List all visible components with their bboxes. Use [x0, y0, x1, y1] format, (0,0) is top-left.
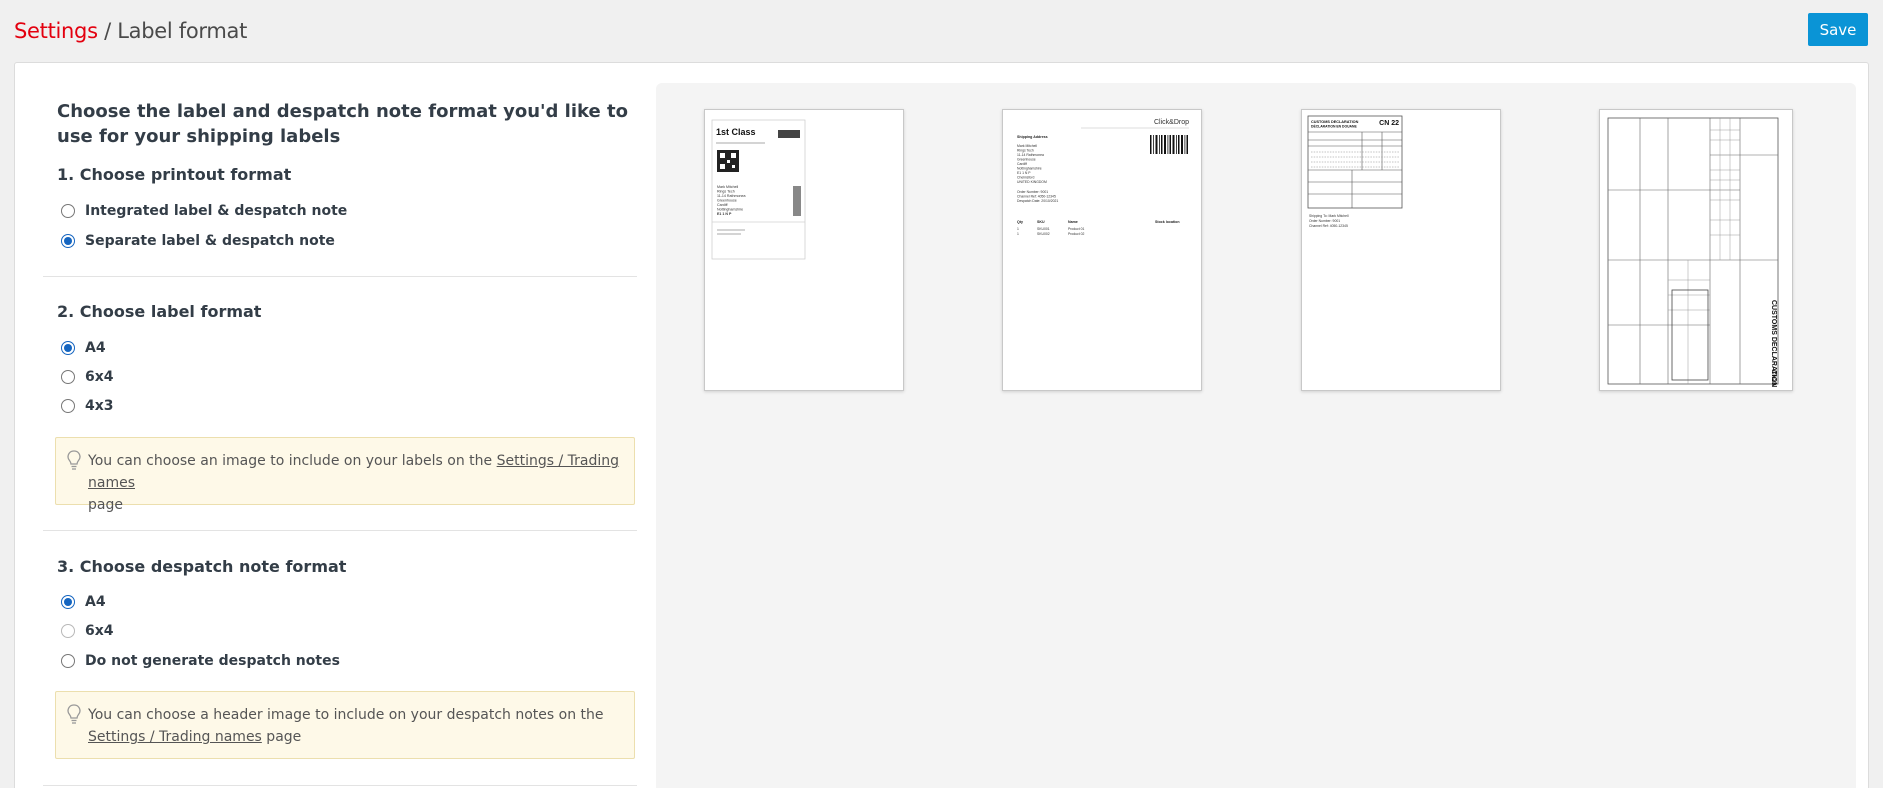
- radio-circle[interactable]: [61, 624, 75, 638]
- despatch-cell: Product 02: [1068, 232, 1085, 236]
- settings-panel: Choose the label and despatch note forma…: [14, 62, 1869, 788]
- label-address-line: Nottinghamshire: [717, 208, 743, 212]
- despatch-address-line: 11-14 Rathmonea: [1017, 153, 1044, 157]
- despatch-cell: Product 01: [1068, 227, 1085, 231]
- options-column: Choose the label and despatch note forma…: [15, 63, 655, 788]
- despatch-brand-text: Click&Drop: [1154, 119, 1189, 126]
- despatch-order-line: Order Number: 9001: [1017, 190, 1048, 194]
- despatch-address-line: Rings Tech: [1017, 149, 1034, 153]
- radio-circle[interactable]: [61, 341, 75, 355]
- cn22-info-line: Channel Ref: 4050-12345: [1309, 224, 1348, 228]
- despatch-address-line: Mark Mitchell: [1017, 144, 1037, 148]
- preview-area: 1st Class Mark Mitchell Rings Tech 11-14…: [656, 83, 1856, 788]
- lightbulb-icon: [67, 704, 81, 724]
- cn22-info-line: Order Number: 9001: [1309, 219, 1340, 223]
- radio-circle[interactable]: [61, 204, 75, 218]
- label-address-line: Rings Tech: [717, 190, 735, 194]
- radio-label: 6x4: [85, 623, 114, 639]
- postage-paid-logo: [778, 130, 800, 138]
- radio-circle[interactable]: [61, 399, 75, 413]
- top-bar: Settings / Label format Save: [0, 0, 1883, 62]
- cn22-title: CUSTOMS DECLARATION: [1311, 120, 1359, 124]
- radio-label-4x3[interactable]: 4x3: [61, 396, 114, 416]
- despatch-col-name: Name: [1068, 220, 1078, 224]
- page-title: Label format: [117, 19, 248, 43]
- label-barcode-strip: [793, 186, 801, 216]
- radio-despatch-6x4[interactable]: 6x4: [61, 621, 114, 641]
- section-despatch-format-title: 3. Choose despatch note format: [57, 557, 347, 576]
- radio-circle[interactable]: [61, 234, 75, 248]
- section-divider: [43, 276, 637, 277]
- despatch-address-line: Chelmsford: [1017, 176, 1034, 180]
- section-label-format-title: 2. Choose label format: [57, 302, 262, 321]
- save-button[interactable]: Save: [1808, 13, 1868, 46]
- tip-text: You can choose an image to include on yo…: [88, 453, 497, 469]
- trading-names-link[interactable]: Settings / Trading names: [88, 729, 262, 745]
- despatch-barcode-icon: [1150, 135, 1188, 154]
- radio-label: 4x3: [85, 398, 114, 414]
- section-divider: [43, 530, 637, 531]
- radio-label: Integrated label & despatch note: [85, 203, 348, 219]
- despatch-col-qty: Qty: [1017, 220, 1023, 224]
- cn23-preview: CUSTOMS DECLARATION CN23: [1599, 109, 1793, 391]
- cn23-code: CN23: [1770, 370, 1776, 386]
- label-service-text: 1st Class: [716, 127, 756, 137]
- cn22-preview: CUSTOMS DECLARATION DÉCLARATION EN DOUAN…: [1301, 109, 1501, 391]
- radio-circle[interactable]: [61, 654, 75, 668]
- label-address-line: Mark Mitchell: [717, 185, 738, 189]
- radio-printout-separate[interactable]: Separate label & despatch note: [61, 231, 335, 251]
- despatch-heading: Shipping Address: [1017, 135, 1048, 139]
- radio-circle[interactable]: [61, 595, 75, 609]
- label-image-tip: You can choose an image to include on yo…: [55, 437, 635, 513]
- despatch-address-line: Greenhouse: [1017, 158, 1036, 162]
- despatch-cell: 1: [1017, 227, 1019, 231]
- qr-code-icon: [717, 150, 739, 172]
- despatch-image-tip: You can choose a header image to include…: [55, 691, 635, 759]
- despatch-cell: SKU002: [1037, 232, 1050, 236]
- radio-printout-integrated[interactable]: Integrated label & despatch note: [61, 201, 347, 221]
- breadcrumb: Settings / Label format: [14, 19, 247, 43]
- breadcrumb-settings-link[interactable]: Settings: [14, 19, 98, 43]
- cn22-info-line: Shipping To: Mark Mitchell: [1309, 214, 1349, 218]
- radio-label: A4: [85, 594, 106, 610]
- despatch-address-line: Nottinghamshire: [1017, 167, 1042, 171]
- despatch-col-sku: SKU: [1037, 220, 1045, 224]
- intro-heading: Choose the label and despatch note forma…: [57, 101, 628, 147]
- despatch-address-line: UNITED KINGDOM: [1017, 180, 1047, 184]
- despatch-note-preview: Click&Drop Shipping Address Mark Mitchel…: [1002, 109, 1202, 391]
- label-address-line: Greenhouse: [717, 199, 737, 203]
- label-preview: 1st Class Mark Mitchell Rings Tech 11-14…: [704, 109, 904, 391]
- label-address-line: Cardiff: [717, 203, 728, 207]
- despatch-address-line: Cardiff: [1017, 162, 1027, 166]
- lightbulb-icon: [67, 450, 81, 470]
- tip-text-end: page: [88, 497, 123, 513]
- despatch-order-line: Channel Ref: 4050-12345: [1017, 195, 1056, 199]
- despatch-col-stock: Stock location: [1155, 220, 1180, 224]
- radio-despatch-a4[interactable]: A4: [61, 592, 106, 612]
- cn23-items-box: [1671, 289, 1709, 381]
- section-printout-title: 1. Choose printout format: [57, 165, 292, 184]
- despatch-cell: SKU001: [1037, 227, 1050, 231]
- radio-label: Do not generate despatch notes: [85, 653, 340, 669]
- radio-despatch-none[interactable]: Do not generate despatch notes: [61, 651, 340, 671]
- cn22-subtitle: DÉCLARATION EN DOUANE: [1311, 124, 1357, 129]
- radio-label: A4: [85, 340, 106, 356]
- radio-label: 6x4: [85, 369, 114, 385]
- tip-text: You can choose a header image to include…: [88, 707, 604, 723]
- section-divider: [43, 785, 637, 786]
- despatch-cell: 1: [1017, 232, 1019, 236]
- despatch-address-line: E1 1 N P: [1017, 171, 1031, 175]
- despatch-order-line: Despatch Date: 20/10/2021: [1017, 199, 1058, 203]
- label-address-line: 11-14 Rathmonea: [717, 194, 746, 198]
- radio-label-6x4[interactable]: 6x4: [61, 367, 114, 387]
- breadcrumb-separator: /: [97, 19, 118, 43]
- radio-label-a4[interactable]: A4: [61, 338, 106, 358]
- radio-circle[interactable]: [61, 370, 75, 384]
- radio-label: Separate label & despatch note: [85, 233, 335, 249]
- tip-text-end: page: [261, 729, 302, 745]
- label-address-line: E1 1 N P: [717, 212, 732, 216]
- cn22-code: CN 22: [1379, 120, 1399, 127]
